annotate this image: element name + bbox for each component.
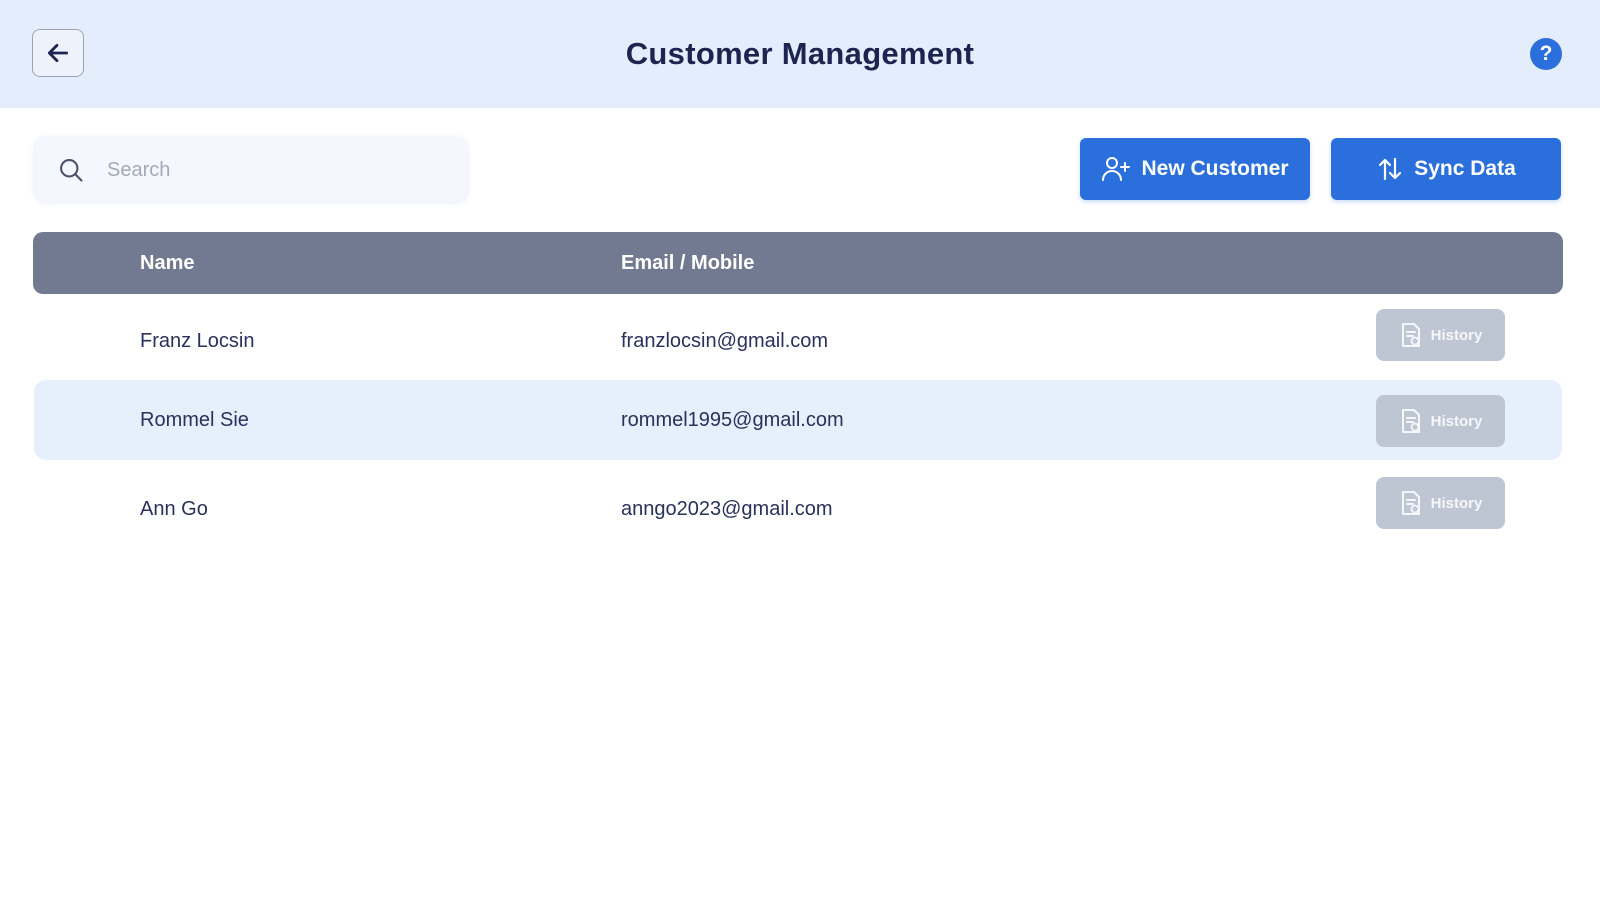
- history-button[interactable]: History: [1376, 309, 1505, 361]
- new-customer-label: New Customer: [1141, 157, 1289, 180]
- history-button[interactable]: History: [1376, 395, 1505, 447]
- table-row[interactable]: Ann Go anngo2023@gmail.com History: [34, 469, 1562, 549]
- table-row[interactable]: Franz Locsin franzlocsin@gmail.com Histo…: [34, 301, 1562, 381]
- customer-name: Franz Locsin: [140, 330, 255, 352]
- page-title: Customer Management: [625, 36, 975, 71]
- search-box[interactable]: [35, 138, 467, 202]
- column-header-email-mobile: Email / Mobile: [621, 252, 755, 274]
- search-input[interactable]: [105, 152, 449, 188]
- customer-contact: franzlocsin@gmail.com: [621, 330, 829, 352]
- history-label: History: [1430, 494, 1483, 512]
- sync-data-button[interactable]: Sync Data: [1331, 138, 1561, 200]
- user-plus-icon: [1102, 157, 1131, 181]
- history-icon: [1401, 323, 1420, 347]
- help-button[interactable]: ?: [1530, 38, 1562, 70]
- column-header-name: Name: [140, 252, 195, 274]
- history-button[interactable]: History: [1376, 477, 1505, 529]
- new-customer-button[interactable]: New Customer: [1080, 138, 1310, 200]
- table-row[interactable]: Rommel Sie rommel1995@gmail.com History: [34, 380, 1562, 460]
- customer-contact: anngo2023@gmail.com: [621, 498, 833, 520]
- search-icon: [60, 159, 83, 182]
- customer-contact: rommel1995@gmail.com: [621, 409, 844, 431]
- table-header: Name Email / Mobile: [33, 232, 1563, 294]
- history-icon: [1401, 409, 1420, 433]
- history-label: History: [1430, 412, 1483, 430]
- sync-data-label: Sync Data: [1414, 157, 1516, 180]
- history-icon: [1401, 491, 1420, 515]
- sync-icon: [1379, 157, 1402, 181]
- question-mark-icon: ?: [1539, 42, 1553, 65]
- history-label: History: [1430, 326, 1483, 344]
- app-header: Customer Management ?: [0, 0, 1600, 108]
- customer-name: Rommel Sie: [140, 409, 249, 431]
- customer-name: Ann Go: [140, 498, 208, 520]
